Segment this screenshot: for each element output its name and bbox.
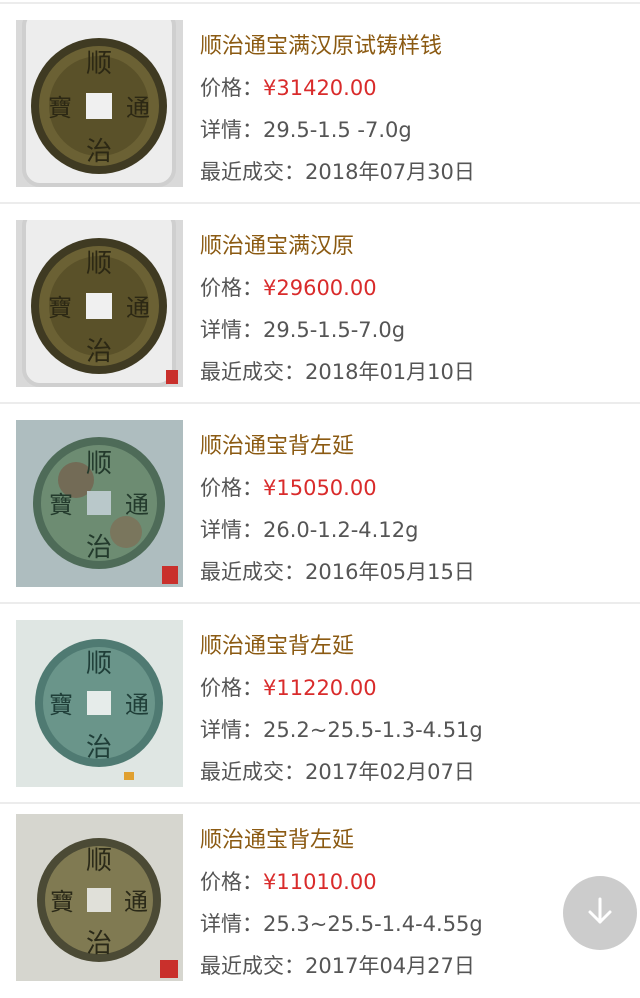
- svg-text:通: 通: [125, 491, 149, 519]
- coin-image: 顺 治 寶 通: [16, 20, 183, 187]
- price-row: 价格：¥15050.00: [200, 472, 377, 502]
- list-item[interactable]: 顺 治 寶 通 顺治通宝满汉原 价格：¥29600.00 详情：29.5-1.5…: [0, 204, 640, 404]
- detail-row: 详情：25.2~25.5-1.3-4.51g: [200, 714, 483, 744]
- svg-text:顺: 顺: [86, 649, 112, 679]
- svg-text:通: 通: [126, 94, 150, 122]
- svg-text:寶: 寶: [49, 691, 73, 719]
- date-row: 最近成交：2016年05月15日: [200, 556, 475, 586]
- arrow-down-icon: [583, 894, 617, 932]
- price-value: ¥11220.00: [263, 676, 377, 700]
- svg-text:寶: 寶: [50, 888, 74, 916]
- price-label: 价格：: [200, 76, 263, 100]
- coin-image: 顺 治 寶 通: [16, 420, 183, 587]
- date-label: 最近成交：: [200, 360, 305, 384]
- price-row: 价格：¥11220.00: [200, 672, 377, 702]
- svg-text:顺: 顺: [86, 846, 112, 876]
- list-item[interactable]: 顺 治 寶 通 顺治通宝背左延 价格：¥11010.00 详情：25.3~25.…: [0, 798, 640, 998]
- price-label: 价格：: [200, 276, 263, 300]
- svg-text:治: 治: [86, 733, 112, 763]
- date-label: 最近成交：: [200, 954, 305, 978]
- item-title[interactable]: 顺治通宝背左延: [200, 428, 354, 460]
- price-row: 价格：¥11010.00: [200, 866, 377, 896]
- price-value: ¥15050.00: [263, 476, 377, 500]
- date-row: 最近成交：2018年01月10日: [200, 356, 475, 386]
- detail-row: 详情：29.5-1.5 -7.0g: [200, 114, 412, 144]
- date-row: 最近成交：2017年04月27日: [200, 950, 475, 980]
- detail-value: 29.5-1.5 -7.0g: [263, 118, 412, 142]
- detail-row: 详情：26.0-1.2-4.12g: [200, 514, 418, 544]
- detail-label: 详情：: [200, 912, 263, 936]
- date-label: 最近成交：: [200, 560, 305, 584]
- item-title[interactable]: 顺治通宝背左延: [200, 628, 354, 660]
- item-title[interactable]: 顺治通宝满汉原试铸样钱: [200, 28, 442, 60]
- detail-row: 详情：25.3~25.5-1.4-4.55g: [200, 908, 483, 938]
- price-row: 价格：¥29600.00: [200, 272, 377, 302]
- svg-text:顺: 顺: [86, 449, 112, 479]
- coin-image: 顺 治 寶 通: [16, 220, 183, 387]
- detail-row: 详情：29.5-1.5-7.0g: [200, 314, 405, 344]
- date-value: 2016年05月15日: [305, 560, 475, 584]
- svg-text:治: 治: [86, 929, 112, 959]
- detail-label: 详情：: [200, 718, 263, 742]
- detail-value: 29.5-1.5-7.0g: [263, 318, 406, 342]
- price-value: ¥11010.00: [263, 870, 377, 894]
- date-label: 最近成交：: [200, 160, 305, 184]
- coin-image: 顺 治 寶 通: [16, 620, 183, 787]
- date-value: 2017年04月27日: [305, 954, 475, 978]
- svg-text:顺: 顺: [86, 49, 112, 79]
- svg-text:治: 治: [86, 533, 112, 563]
- list-item[interactable]: 顺 治 寶 通 顺治通宝背左延 价格：¥11220.00 详情：25.2~25.…: [0, 604, 640, 804]
- svg-text:顺: 顺: [86, 249, 112, 279]
- date-row: 最近成交：2017年02月07日: [200, 756, 475, 786]
- date-label: 最近成交：: [200, 760, 305, 784]
- svg-text:治: 治: [86, 137, 112, 167]
- coin-image: 顺 治 寶 通: [16, 814, 183, 981]
- list-item[interactable]: 顺 治 寶 通 顺治通宝满汉原试铸样钱 价格：¥31420.00 详情：29.5…: [0, 4, 640, 204]
- date-value: 2018年01月10日: [305, 360, 475, 384]
- svg-text:治: 治: [86, 337, 112, 367]
- price-label: 价格：: [200, 476, 263, 500]
- detail-label: 详情：: [200, 318, 263, 342]
- price-label: 价格：: [200, 676, 263, 700]
- svg-text:通: 通: [126, 294, 150, 322]
- list-item[interactable]: 顺 治 寶 通 顺治通宝背左延 价格：¥15050.00 详情：26.0-1.2…: [0, 404, 640, 604]
- item-title[interactable]: 顺治通宝满汉原: [200, 228, 354, 260]
- svg-text:寶: 寶: [48, 294, 72, 322]
- date-value: 2017年02月07日: [305, 760, 475, 784]
- detail-value: 25.2~25.5-1.3-4.51g: [263, 718, 483, 742]
- price-value: ¥29600.00: [263, 276, 377, 300]
- svg-text:通: 通: [125, 691, 149, 719]
- price-label: 价格：: [200, 870, 263, 894]
- detail-value: 25.3~25.5-1.4-4.55g: [263, 912, 483, 936]
- item-title[interactable]: 顺治通宝背左延: [200, 822, 354, 854]
- scroll-down-button[interactable]: [563, 876, 637, 950]
- detail-label: 详情：: [200, 518, 263, 542]
- detail-value: 26.0-1.2-4.12g: [263, 518, 419, 542]
- svg-text:寶: 寶: [49, 491, 73, 519]
- price-value: ¥31420.00: [263, 76, 377, 100]
- date-row: 最近成交：2018年07月30日: [200, 156, 475, 186]
- svg-text:寶: 寶: [48, 94, 72, 122]
- detail-label: 详情：: [200, 118, 263, 142]
- price-row: 价格：¥31420.00: [200, 72, 377, 102]
- svg-text:通: 通: [124, 888, 148, 916]
- date-value: 2018年07月30日: [305, 160, 475, 184]
